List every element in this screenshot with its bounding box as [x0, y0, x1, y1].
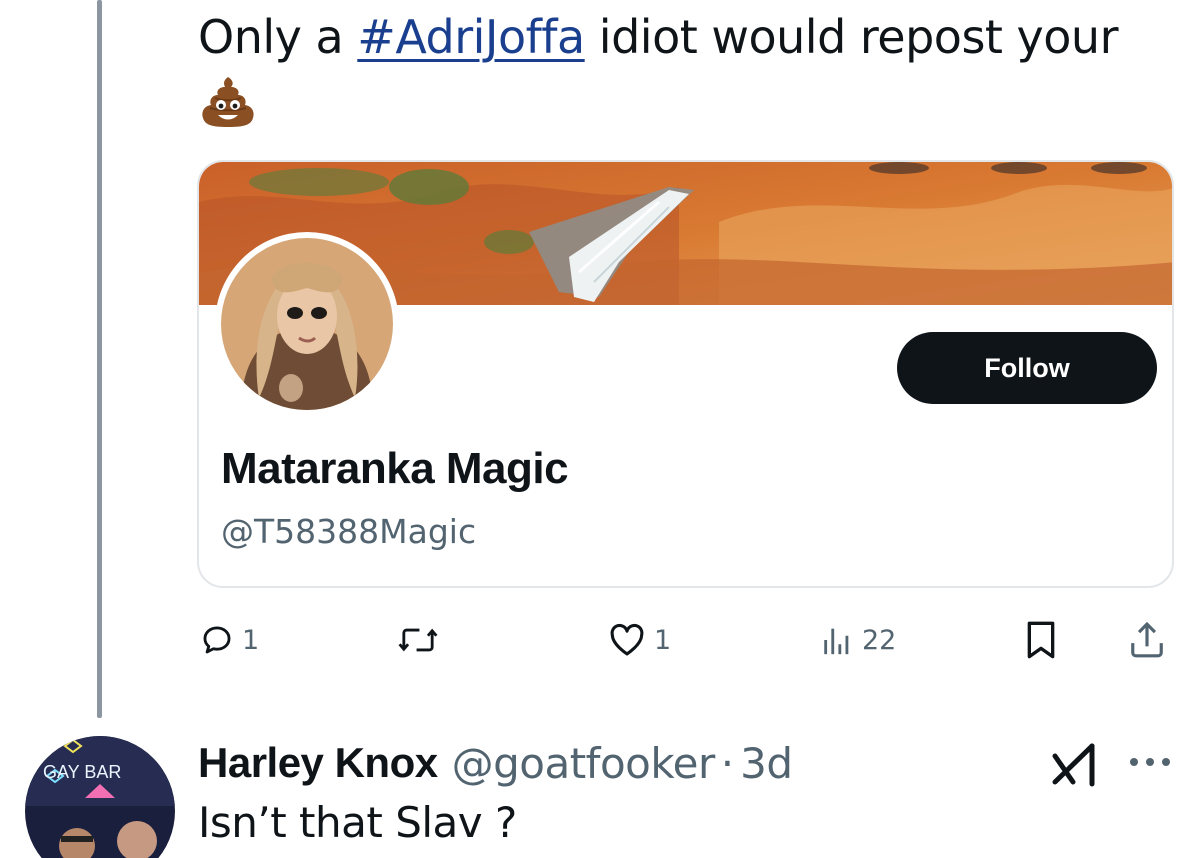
reply-text: Isn’t that Slav ?	[198, 798, 517, 847]
tweet-text-end: idiot would repost your	[584, 10, 1119, 64]
tweet-actions-bar: 1 1 22	[0, 610, 1200, 670]
views-count: 22	[862, 624, 897, 656]
reply-icon	[203, 626, 231, 654]
profile-card-name[interactable]: Mataranka Magic	[221, 444, 569, 494]
share-action[interactable]	[1128, 610, 1166, 670]
views-action[interactable]: 22	[820, 610, 896, 670]
follow-button[interactable]: Follow	[897, 332, 1157, 404]
tweet-text: Only a #AdriJoffa idiot would repost you…	[198, 8, 1158, 66]
reply-author-name[interactable]: Harley Knox	[198, 739, 438, 787]
gay-bar-sign-text: GAY BAR	[43, 762, 121, 782]
like-icon	[610, 623, 644, 656]
pile-of-poo-emoji-icon	[202, 77, 254, 127]
profile-card[interactable]: Follow Mataranka Magic @T58388Magic	[197, 160, 1174, 588]
grok-icon[interactable]	[1052, 742, 1104, 788]
profile-card-handle[interactable]: @T58388Magic	[221, 512, 476, 551]
bookmark-icon	[1027, 621, 1055, 659]
repost-action[interactable]	[398, 610, 446, 670]
more-options-icon[interactable]	[1128, 752, 1172, 772]
like-action[interactable]: 1	[608, 610, 671, 670]
tweet-text-start: Only a	[198, 10, 358, 64]
bookmark-action[interactable]	[1024, 610, 1058, 670]
repost-icon	[398, 628, 438, 652]
views-icon	[824, 628, 849, 655]
reply-count: 1	[242, 624, 260, 656]
profile-photo-image	[221, 238, 393, 410]
reply-header: Harley Knox @goatfooker · 3d	[198, 735, 793, 791]
reply-action[interactable]: 1	[200, 610, 259, 670]
share-icon	[1131, 621, 1163, 658]
reply-timestamp[interactable]: 3d	[740, 739, 793, 788]
reply-separator: ·	[720, 738, 735, 788]
hashtag-link[interactable]: #AdriJoffa	[357, 10, 585, 64]
profile-avatar[interactable]	[215, 232, 399, 416]
reply-author-handle[interactable]: @goatfooker	[452, 739, 716, 788]
reply-avatar-image: GAY BAR	[25, 736, 175, 858]
like-count: 1	[654, 624, 672, 656]
reply-avatar[interactable]: GAY BAR	[25, 736, 175, 858]
